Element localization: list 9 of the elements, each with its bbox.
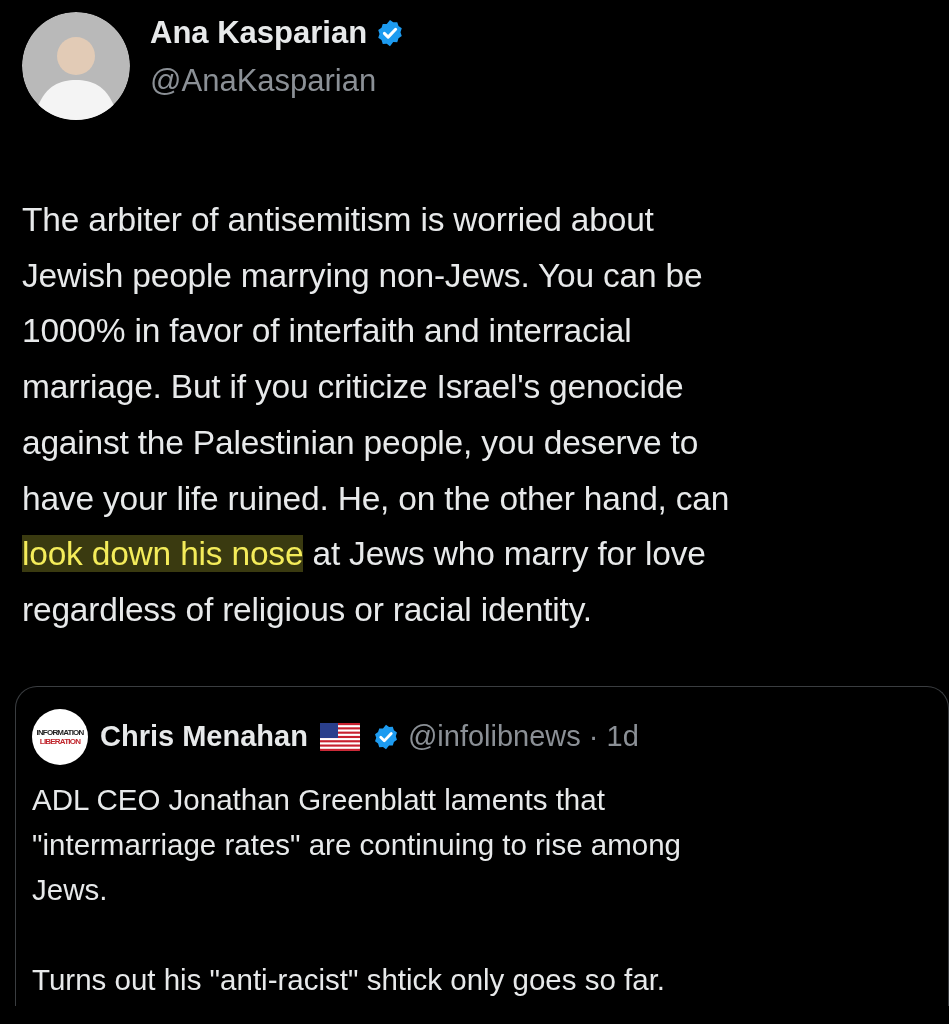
timestamp: · 1d — [588, 720, 639, 754]
logo-icon: INFORMATION LIBERATION — [32, 708, 88, 765]
quoted-author-name: Chris Menahan — [100, 720, 308, 754]
quoted-tweet-text: ADL CEO Jonathan Greenblatt laments that "intermarriage rates" are continuing to rise among Jews. — [32, 781, 682, 908]
author-handle[interactable]: @AnaKasparian — [150, 63, 406, 99]
quoted-tweet-text: Turns out his "anti-racist" shtick only goes so far. — [32, 961, 667, 998]
quoted-author-handle: @infolibnews — [407, 720, 581, 754]
author-name[interactable]: Ana Kasparian — [150, 15, 368, 51]
tweet-text: The arbiter of antisemitism is worried about Jewish people marrying non-Jews. You can be 1000% in favor of interfaith and interracial marriage. But if you criticize Israel's genocide against the Palestinian people, you deserve to have your life ruined. He, on the other hand, can look down his nose at Jews who marry for love regardless of religious or racial identity. — [22, 200, 731, 630]
